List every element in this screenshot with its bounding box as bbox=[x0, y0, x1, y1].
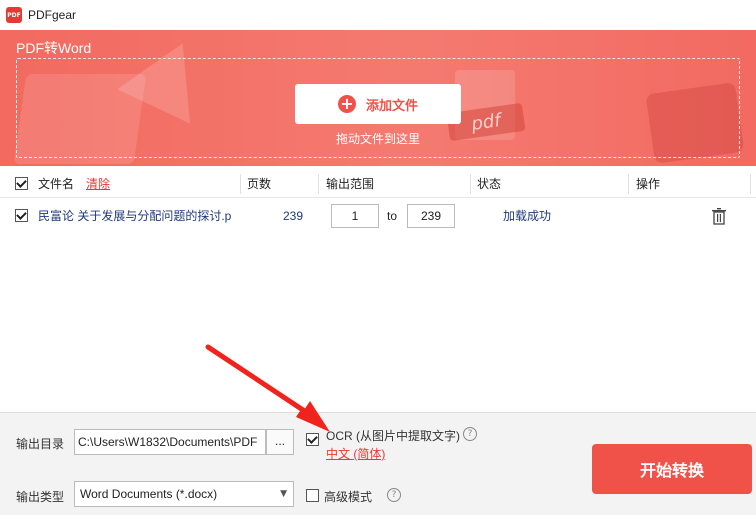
output-type-value: Word Documents (*.docx) bbox=[80, 487, 218, 501]
row-checkbox[interactable] bbox=[15, 209, 28, 222]
file-table-header: 文件名 清除 页数 输出范围 状态 操作 bbox=[0, 170, 756, 198]
column-divider[interactable] bbox=[750, 174, 751, 194]
title-bar: PDF PDFgear bbox=[0, 0, 756, 30]
ocr-label: OCR (从图片中提取文字) bbox=[326, 429, 460, 443]
header-status: 状态 bbox=[477, 177, 502, 191]
trash-icon[interactable] bbox=[711, 207, 727, 225]
column-divider[interactable] bbox=[470, 174, 471, 194]
clear-link[interactable]: 清除 bbox=[86, 170, 110, 198]
chevron-down-icon: ▼ bbox=[280, 489, 287, 499]
column-divider[interactable] bbox=[628, 174, 629, 194]
output-type-label: 输出类型 bbox=[16, 490, 65, 504]
column-divider[interactable] bbox=[240, 174, 241, 194]
start-convert-button[interactable]: 开始转换 bbox=[592, 444, 752, 494]
table-row[interactable]: 民富论 关于发展与分配问题的探讨.p 239 1 to 239 加载成功 bbox=[0, 199, 756, 233]
header-action: 操作 bbox=[636, 177, 661, 191]
window-title: PDFgear bbox=[28, 8, 77, 22]
add-file-label: 添加文件 bbox=[365, 97, 418, 113]
header-range: 输出范围 bbox=[326, 177, 375, 191]
range-to-input[interactable]: 239 bbox=[407, 204, 455, 228]
page-count: 239 bbox=[283, 209, 304, 223]
output-type-select[interactable]: Word Documents (*.docx) ▼ bbox=[74, 481, 294, 507]
pdfgear-logo-icon: PDF bbox=[6, 7, 22, 23]
status-badge: 加载成功 bbox=[503, 209, 552, 223]
range-from-input[interactable]: 1 bbox=[331, 204, 379, 228]
advanced-mode-label: 高级模式 bbox=[324, 490, 373, 504]
convert-banner: pdf PDF转Word + 添加文件 拖动文件到这里 bbox=[0, 30, 756, 166]
select-all-checkbox[interactable] bbox=[15, 177, 28, 190]
settings-panel: 输出目录 C:\Users\W1832\Documents\PDF ... OC… bbox=[0, 412, 756, 515]
plus-circle-icon: + bbox=[337, 95, 356, 113]
range-to-text: to bbox=[387, 209, 398, 223]
page-title: PDF转Word bbox=[16, 40, 92, 56]
browse-button[interactable]: ... bbox=[266, 429, 294, 455]
ocr-language-link[interactable]: 中文 (简体) bbox=[326, 445, 385, 462]
add-file-button[interactable]: + 添加文件 bbox=[295, 84, 461, 124]
header-pages: 页数 bbox=[247, 177, 272, 191]
drag-hint-text: 拖动文件到这里 bbox=[335, 132, 420, 146]
ocr-checkbox[interactable] bbox=[306, 433, 319, 446]
advanced-help-icon[interactable]: ? bbox=[387, 488, 401, 502]
advanced-mode-checkbox[interactable] bbox=[306, 489, 319, 502]
header-filename: 文件名 bbox=[38, 177, 75, 191]
output-dir-input[interactable]: C:\Users\W1832\Documents\PDF bbox=[74, 429, 266, 455]
output-dir-label: 输出目录 bbox=[16, 437, 65, 451]
file-name: 民富论 关于发展与分配问题的探讨.p bbox=[38, 209, 232, 223]
ocr-help-icon[interactable]: ? bbox=[463, 427, 477, 441]
column-divider[interactable] bbox=[318, 174, 319, 194]
